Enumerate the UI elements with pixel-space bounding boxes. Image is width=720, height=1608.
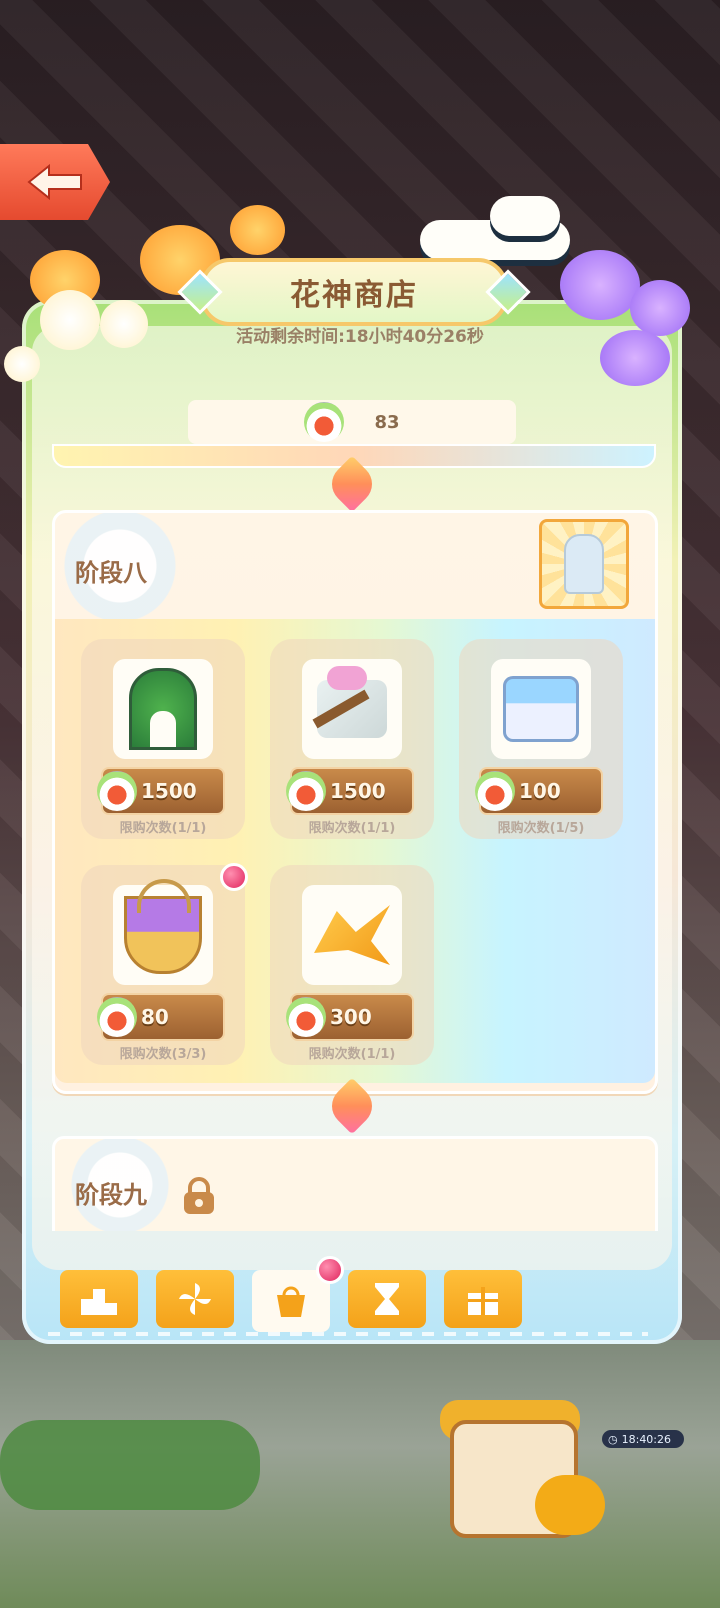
shop-title-plate: 花神商店 bbox=[177, 258, 531, 326]
tab-gift[interactable] bbox=[444, 1270, 522, 1328]
flower-token-icon bbox=[97, 771, 137, 811]
tab-hourglass[interactable] bbox=[348, 1270, 426, 1328]
shop-item-flower-cake[interactable]: 100 限购次数(1/5) bbox=[459, 639, 623, 839]
notification-dot bbox=[220, 863, 248, 891]
bottom-tab-bar bbox=[60, 1256, 530, 1332]
currency-bar: 83 bbox=[188, 400, 516, 444]
purchase-limit: 限购次数(1/5) bbox=[497, 821, 585, 836]
event-countdown: 活动剩余时间:18小时40分26秒 bbox=[236, 327, 484, 347]
flower-arch-icon bbox=[129, 668, 197, 750]
purple-flower-decoration bbox=[560, 250, 640, 320]
item-price: 300 bbox=[330, 1005, 372, 1029]
white-flower-decoration bbox=[100, 300, 148, 348]
purchase-limit: 限购次数(3/3) bbox=[119, 1047, 207, 1062]
stage-9-card[interactable]: 阶段九 bbox=[52, 1136, 658, 1231]
flower-basket-icon bbox=[124, 879, 202, 974]
statue-reward-icon bbox=[564, 534, 604, 594]
stage-8-header: 阶段八 bbox=[55, 513, 655, 619]
white-flower-decoration bbox=[4, 346, 40, 382]
item-thumbnail bbox=[113, 879, 213, 985]
maple-leaf-decoration bbox=[230, 205, 285, 255]
stage-reward-button[interactable] bbox=[539, 519, 629, 609]
purchase-limit: 限购次数(1/1) bbox=[308, 821, 396, 836]
flower-token-icon bbox=[286, 997, 326, 1037]
lock-icon bbox=[184, 1177, 214, 1214]
buy-button[interactable]: 1500 bbox=[97, 767, 225, 815]
pinwheel-icon bbox=[179, 1283, 211, 1315]
tab-shop[interactable] bbox=[252, 1270, 330, 1332]
purchase-limit: 限购次数(1/1) bbox=[119, 821, 207, 836]
currency-amount: 83 bbox=[374, 411, 400, 433]
shop-item-golden-wing[interactable]: 300 限购次数(1/1) bbox=[270, 865, 434, 1065]
stage-8-label: 阶段八 bbox=[75, 559, 147, 587]
page-title: 花神商店 bbox=[290, 278, 418, 313]
golden-wing-icon bbox=[314, 905, 390, 965]
buy-button[interactable]: 100 bbox=[475, 767, 603, 815]
gift-icon bbox=[468, 1287, 498, 1315]
item-price: 1500 bbox=[330, 779, 386, 803]
flower-token-icon bbox=[286, 771, 326, 811]
game-clock-text: 18:40:26 bbox=[621, 1432, 672, 1446]
cloud-decoration bbox=[490, 196, 560, 236]
flower-token-icon bbox=[475, 771, 515, 811]
flower-cake-icon bbox=[503, 676, 579, 742]
buy-button[interactable]: 300 bbox=[286, 993, 414, 1041]
purple-flower-decoration bbox=[600, 330, 670, 386]
stage-8-items: 1500 限购次数(1/1) 1500 限购次数(1/1) 100 限购次数(1… bbox=[55, 619, 655, 1083]
garden-ladder-icon bbox=[317, 666, 387, 738]
purchase-limit: 限购次数(1/1) bbox=[308, 1047, 396, 1062]
item-thumbnail bbox=[491, 659, 591, 759]
shop-item-flower-basket[interactable]: 80 限购次数(3/3) bbox=[81, 865, 245, 1065]
tab-divider bbox=[48, 1332, 648, 1336]
shop-item-flower-arch[interactable]: 1500 限购次数(1/1) bbox=[81, 639, 245, 839]
hourglass-icon bbox=[375, 1283, 399, 1315]
buy-button[interactable]: 1500 bbox=[286, 767, 414, 815]
back-button[interactable] bbox=[0, 144, 110, 220]
item-price: 1500 bbox=[141, 779, 197, 803]
tab-ranking[interactable] bbox=[60, 1270, 138, 1328]
game-clock: ◷ 18:40:26 bbox=[602, 1430, 684, 1448]
white-flower-decoration bbox=[40, 290, 100, 350]
arrow-left-icon bbox=[27, 164, 82, 200]
item-price: 100 bbox=[519, 779, 561, 803]
item-thumbnail bbox=[302, 659, 402, 759]
podium-icon bbox=[81, 1289, 117, 1315]
shop-bag-icon bbox=[277, 1286, 305, 1317]
item-price: 80 bbox=[141, 1005, 169, 1029]
stage-9-label: 阶段九 bbox=[75, 1181, 147, 1209]
shop-item-flower-ladder[interactable]: 1500 限购次数(1/1) bbox=[270, 639, 434, 839]
buy-button[interactable]: 80 bbox=[97, 993, 225, 1041]
flower-token-icon bbox=[304, 402, 345, 442]
flower-token-icon bbox=[97, 997, 137, 1037]
clock-icon: ◷ bbox=[608, 1432, 618, 1446]
stage-8-card: 阶段八 1500 限购次数(1/1) 1500 限购次数(1/1) 100 限购… bbox=[52, 510, 658, 1094]
grass-patch bbox=[0, 1420, 260, 1510]
item-thumbnail bbox=[302, 885, 402, 985]
coin-pile bbox=[535, 1475, 605, 1535]
notification-dot bbox=[316, 1256, 344, 1284]
tab-pinwheel[interactable] bbox=[156, 1270, 234, 1328]
purple-flower-decoration bbox=[630, 280, 690, 336]
item-thumbnail bbox=[113, 659, 213, 759]
